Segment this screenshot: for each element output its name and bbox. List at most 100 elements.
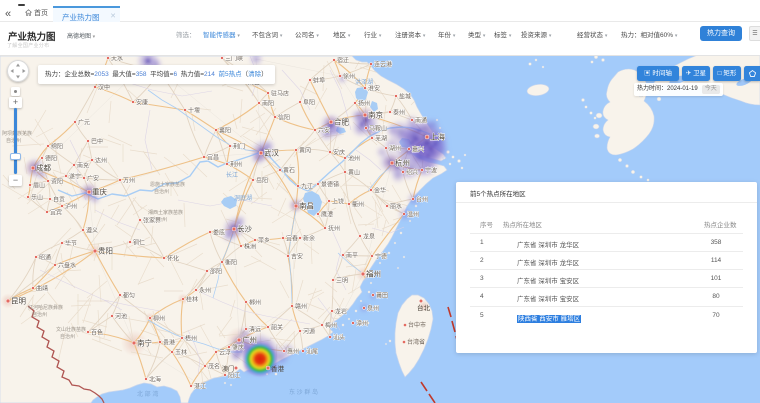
- svg-text:眉山: 眉山: [33, 182, 45, 190]
- svg-text:东 沙 群 岛: 东 沙 群 岛: [289, 388, 318, 396]
- svg-text:贵港: 贵港: [163, 339, 175, 347]
- svg-text:惠州: 惠州: [287, 348, 299, 356]
- svg-text:赣州: 赣州: [295, 303, 307, 311]
- svg-text:郴州: 郴州: [249, 299, 261, 307]
- svg-text:嘉兴: 嘉兴: [412, 146, 424, 154]
- svg-text:宁德: 宁德: [375, 253, 387, 261]
- svg-text:昭通: 昭通: [39, 254, 51, 262]
- svg-text:扬州: 扬州: [358, 100, 370, 108]
- svg-text:杭州: 杭州: [395, 158, 410, 168]
- svg-text:南充: 南充: [77, 162, 89, 170]
- svg-text:恩施土家族苗族: 恩施土家族苗族: [150, 181, 185, 188]
- svg-text:池州: 池州: [348, 155, 360, 163]
- svg-text:宁波: 宁波: [425, 167, 437, 175]
- svg-text:绍兴: 绍兴: [406, 169, 418, 177]
- svg-text:柳州: 柳州: [153, 315, 165, 323]
- svg-text:梅州: 梅州: [325, 322, 337, 330]
- svg-text:安庆: 安庆: [333, 149, 345, 157]
- svg-text:香港: 香港: [271, 364, 285, 373]
- svg-text:湘西土家族苗族: 湘西土家族苗族: [148, 209, 183, 216]
- svg-text:漳州: 漳州: [356, 320, 368, 328]
- svg-text:宿迁: 宿迁: [337, 57, 349, 65]
- svg-text:清远: 清远: [249, 326, 261, 334]
- svg-text:河池: 河池: [115, 313, 127, 321]
- svg-text:三明: 三明: [336, 278, 348, 285]
- svg-text:衢州: 衢州: [352, 201, 364, 209]
- svg-text:自治州: 自治州: [154, 188, 169, 195]
- svg-text:莆田: 莆田: [376, 292, 388, 300]
- svg-text:资阳: 资阳: [51, 178, 63, 186]
- svg-text:怀化: 怀化: [167, 255, 179, 263]
- svg-text:龙泉: 龙泉: [363, 233, 375, 241]
- svg-text:昆明: 昆明: [11, 297, 26, 306]
- svg-text:广安: 广安: [87, 175, 99, 183]
- svg-text:北 部 湾: 北 部 湾: [137, 390, 158, 398]
- svg-text:曲靖: 曲靖: [36, 285, 48, 293]
- svg-text:黄山: 黄山: [348, 169, 360, 177]
- svg-text:南阳: 南阳: [262, 100, 274, 108]
- svg-text:黄石: 黄石: [283, 167, 295, 175]
- svg-text:洞庭湖: 洞庭湖: [234, 194, 252, 202]
- svg-text:南昌: 南昌: [299, 201, 314, 211]
- svg-text:达州: 达州: [95, 157, 107, 165]
- svg-text:上海: 上海: [430, 132, 445, 142]
- svg-text:巴中: 巴中: [91, 138, 103, 146]
- svg-text:十堰: 十堰: [188, 107, 200, 115]
- svg-text:徐州: 徐州: [343, 73, 355, 81]
- svg-text:九江: 九江: [301, 183, 313, 191]
- svg-text:合肥: 合肥: [334, 117, 349, 127]
- svg-text:丽水: 丽水: [390, 203, 402, 211]
- svg-text:连云港: 连云港: [374, 61, 392, 69]
- svg-text:襄阳: 襄阳: [219, 127, 231, 135]
- svg-text:铜仁: 铜仁: [133, 239, 145, 247]
- svg-text:宜昌: 宜昌: [207, 154, 219, 162]
- svg-text:德阳: 德阳: [45, 155, 57, 163]
- svg-text:绵阳: 绵阳: [51, 143, 63, 151]
- svg-text:衡阳: 衡阳: [225, 259, 237, 267]
- svg-text:永州: 永州: [199, 287, 211, 295]
- svg-text:鹰潭: 鹰潭: [321, 211, 333, 219]
- svg-text:景德镇: 景德镇: [321, 181, 339, 189]
- svg-text:台北: 台北: [417, 303, 431, 312]
- svg-text:洪泽湖: 洪泽湖: [355, 78, 373, 86]
- svg-text:遂宁: 遂宁: [69, 173, 81, 181]
- svg-text:马鞍山: 马鞍山: [369, 125, 387, 133]
- svg-text:汕尾: 汕尾: [306, 348, 318, 356]
- svg-text:宜宾: 宜宾: [50, 209, 62, 217]
- svg-text:红河哈尼族彝族: 红河哈尼族彝族: [28, 304, 63, 311]
- svg-text:台湾省: 台湾省: [407, 338, 425, 346]
- svg-text:梧州: 梧州: [185, 335, 197, 343]
- svg-text:自治州: 自治州: [32, 311, 47, 318]
- svg-text:阿坝藏族羌族: 阿坝藏族羌族: [2, 130, 32, 137]
- svg-text:毕节: 毕节: [65, 240, 77, 248]
- svg-text:岳阳: 岳阳: [256, 177, 268, 185]
- svg-text:万州: 万州: [123, 178, 135, 185]
- svg-text:芜湖: 芜湖: [375, 135, 387, 143]
- svg-text:肇庆: 肇庆: [232, 344, 244, 352]
- svg-text:邵阳: 邵阳: [210, 268, 222, 276]
- svg-text:玉林: 玉林: [175, 349, 187, 357]
- svg-text:茂名: 茂名: [208, 363, 220, 371]
- svg-text:河源: 河源: [303, 328, 315, 336]
- svg-text:云浮: 云浮: [219, 349, 231, 357]
- svg-text:龙岩: 龙岩: [335, 308, 347, 316]
- svg-text:南通: 南通: [415, 117, 427, 125]
- svg-text:黄冈: 黄冈: [299, 147, 311, 155]
- svg-text:盐城: 盐城: [399, 93, 411, 101]
- svg-text:上饶: 上饶: [332, 198, 344, 206]
- svg-text:成都: 成都: [36, 163, 51, 173]
- svg-text:宜春: 宜春: [286, 235, 298, 243]
- svg-text:桂林: 桂林: [186, 296, 198, 304]
- svg-text:都匀: 都匀: [123, 292, 135, 300]
- svg-text:淮安: 淮安: [368, 85, 380, 93]
- svg-text:娄底: 娄底: [213, 229, 225, 237]
- svg-text:南京: 南京: [368, 110, 383, 120]
- svg-text:北海: 北海: [149, 376, 161, 384]
- svg-text:荆州: 荆州: [230, 161, 242, 169]
- svg-text:株洲: 株洲: [244, 243, 256, 251]
- svg-text:重庆: 重庆: [92, 187, 107, 197]
- svg-text:福州: 福州: [366, 270, 381, 279]
- svg-text:长江: 长江: [226, 171, 238, 179]
- svg-text:台州: 台州: [416, 196, 428, 204]
- svg-text:乐山: 乐山: [31, 194, 43, 202]
